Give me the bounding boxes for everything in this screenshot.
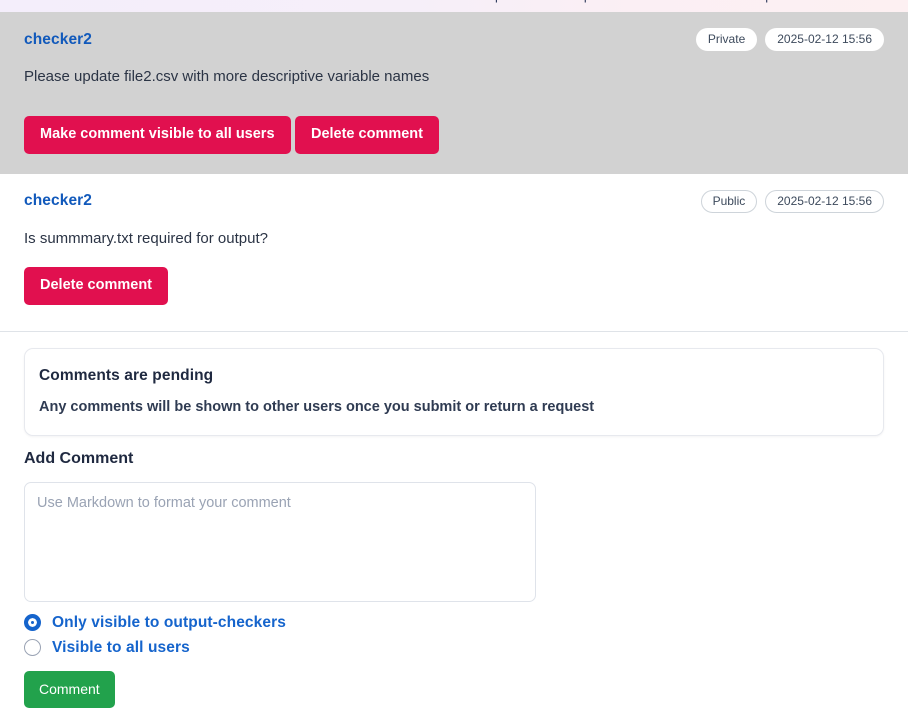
radio-option-label: Only visible to output-checkers [52, 614, 286, 632]
add-comment-form: Add Comment Only visible to output-check… [0, 436, 908, 708]
nav-link-reference[interactable]: Reference [652, 0, 712, 3]
timestamp-badge: 2025-02-12 15:56 [765, 190, 884, 213]
radio-option-label: Visible to all users [52, 639, 190, 657]
comment-meta-badges: Public 2025-02-12 15:56 [701, 190, 884, 213]
comment-meta-badges: Private 2025-02-12 15:56 [696, 28, 884, 51]
visibility-badge: Private [696, 28, 757, 51]
submit-row: Comment [24, 671, 884, 708]
comment-actions: Make comment visible to all users Delete… [24, 105, 884, 154]
comment-item-private: checker2 Private 2025-02-12 15:56 Please… [0, 12, 908, 174]
comment-body-text: Please update file2.csv with more descri… [24, 67, 884, 87]
radio-unselected-icon[interactable] [24, 639, 41, 656]
comment-body-text: Is summmary.txt required for output? [24, 229, 884, 249]
comment-item-public: checker2 Public 2025-02-12 15:56 Is summ… [0, 174, 908, 332]
comment-author-link[interactable]: checker2 [24, 31, 92, 49]
nav-link-help[interactable]: Help [746, 0, 773, 3]
nav-link-requests-2[interactable]: Requests [563, 0, 618, 3]
nav-link-user[interactable]: User [807, 0, 834, 3]
radio-option-all-users[interactable]: Visible to all users [24, 639, 884, 657]
top-navbar-strip: Requests Requests Reference Help User [0, 0, 908, 12]
submit-comment-button[interactable]: Comment [24, 671, 115, 708]
pending-notice-wrapper: Comments are pending Any comments will b… [0, 332, 908, 436]
pending-notice-text: Any comments will be shown to other user… [39, 399, 865, 415]
pending-notice-card: Comments are pending Any comments will b… [24, 348, 884, 436]
comment-actions: Delete comment [24, 267, 884, 305]
delete-comment-button[interactable]: Delete comment [24, 267, 168, 305]
pending-notice-title: Comments are pending [39, 367, 865, 385]
comment-header: checker2 Private 2025-02-12 15:56 [24, 28, 884, 51]
timestamp-badge: 2025-02-12 15:56 [765, 28, 884, 51]
visibility-badge: Public [701, 190, 758, 213]
make-comment-public-button[interactable]: Make comment visible to all users [24, 116, 291, 154]
nav-link-requests-1[interactable]: Requests [474, 0, 529, 3]
radio-option-only-checkers[interactable]: Only visible to output-checkers [24, 614, 884, 632]
delete-comment-button[interactable]: Delete comment [295, 116, 439, 154]
comment-author-link[interactable]: checker2 [24, 192, 92, 210]
comment-header: checker2 Public 2025-02-12 15:56 [24, 190, 884, 213]
add-comment-heading: Add Comment [24, 450, 884, 468]
radio-selected-icon[interactable] [24, 614, 41, 631]
top-navbar-links: Requests Requests Reference Help User [0, 0, 908, 3]
comment-textarea[interactable] [24, 482, 536, 602]
